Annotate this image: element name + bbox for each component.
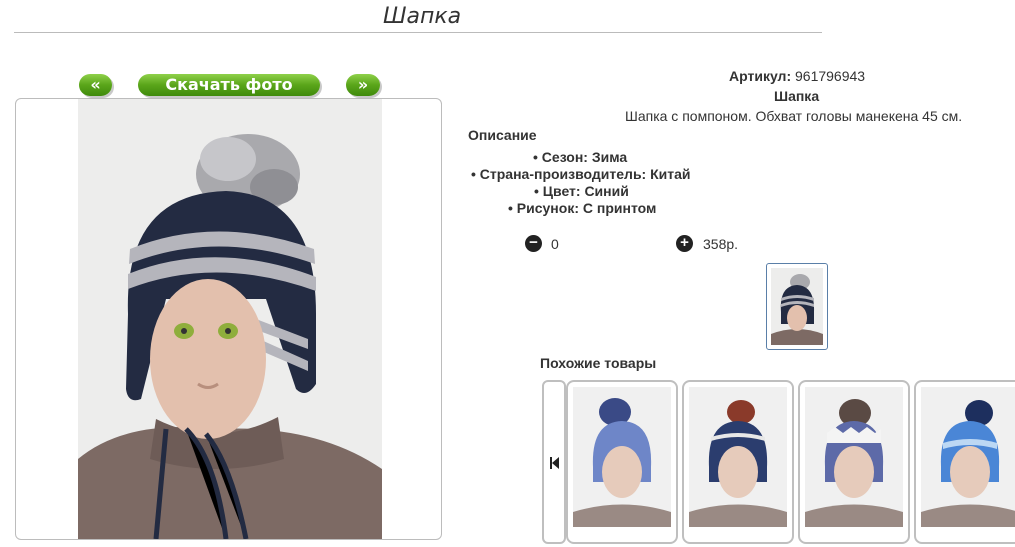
similar-hat-2-image xyxy=(689,387,787,527)
page-title: Шапка xyxy=(383,4,462,29)
prev-photo-button[interactable]: « xyxy=(79,74,112,96)
similar-hat-4-image xyxy=(921,387,1015,527)
description-heading: Описание xyxy=(468,127,537,143)
minus-circle-icon[interactable]: − xyxy=(525,235,542,252)
product-name: Шапка xyxy=(774,88,820,104)
next-photo-button[interactable]: » xyxy=(346,74,380,96)
thumbnail-image xyxy=(771,268,823,345)
property-country: • Страна-производитель: Китай xyxy=(471,166,691,182)
property-season: • Сезон: Зима xyxy=(533,149,628,165)
plus-circle-icon[interactable]: + xyxy=(676,235,693,252)
property-pattern: • Рисунок: С принтом xyxy=(508,200,657,216)
skip-back-icon xyxy=(550,457,559,469)
photo-thumbnail[interactable] xyxy=(766,263,828,350)
product-short-description: Шапка с помпоном. Обхват головы манекена… xyxy=(625,108,963,124)
similar-products-heading: Похожие товары xyxy=(540,355,657,371)
similar-product-card[interactable] xyxy=(914,380,1015,544)
similar-product-card[interactable] xyxy=(682,380,794,544)
similar-product-card[interactable] xyxy=(798,380,910,544)
main-product-photo[interactable] xyxy=(16,99,441,539)
title-divider xyxy=(14,32,822,33)
similar-hat-3-image xyxy=(805,387,903,527)
sku-line: Артикул: 961796943 xyxy=(729,68,865,84)
similar-hat-1-image xyxy=(573,387,671,527)
similar-product-card[interactable] xyxy=(566,380,678,544)
price-value: 358р. xyxy=(703,236,739,252)
download-photo-button[interactable]: Скачать фото xyxy=(138,74,320,96)
property-color: • Цвет: Синий xyxy=(534,183,629,199)
quantity-value: 0 xyxy=(551,236,559,252)
carousel-prev-button[interactable] xyxy=(542,380,566,544)
sku-label: Артикул: xyxy=(729,68,792,84)
sku-value: 961796943 xyxy=(795,68,866,84)
main-photo-frame xyxy=(15,98,442,540)
